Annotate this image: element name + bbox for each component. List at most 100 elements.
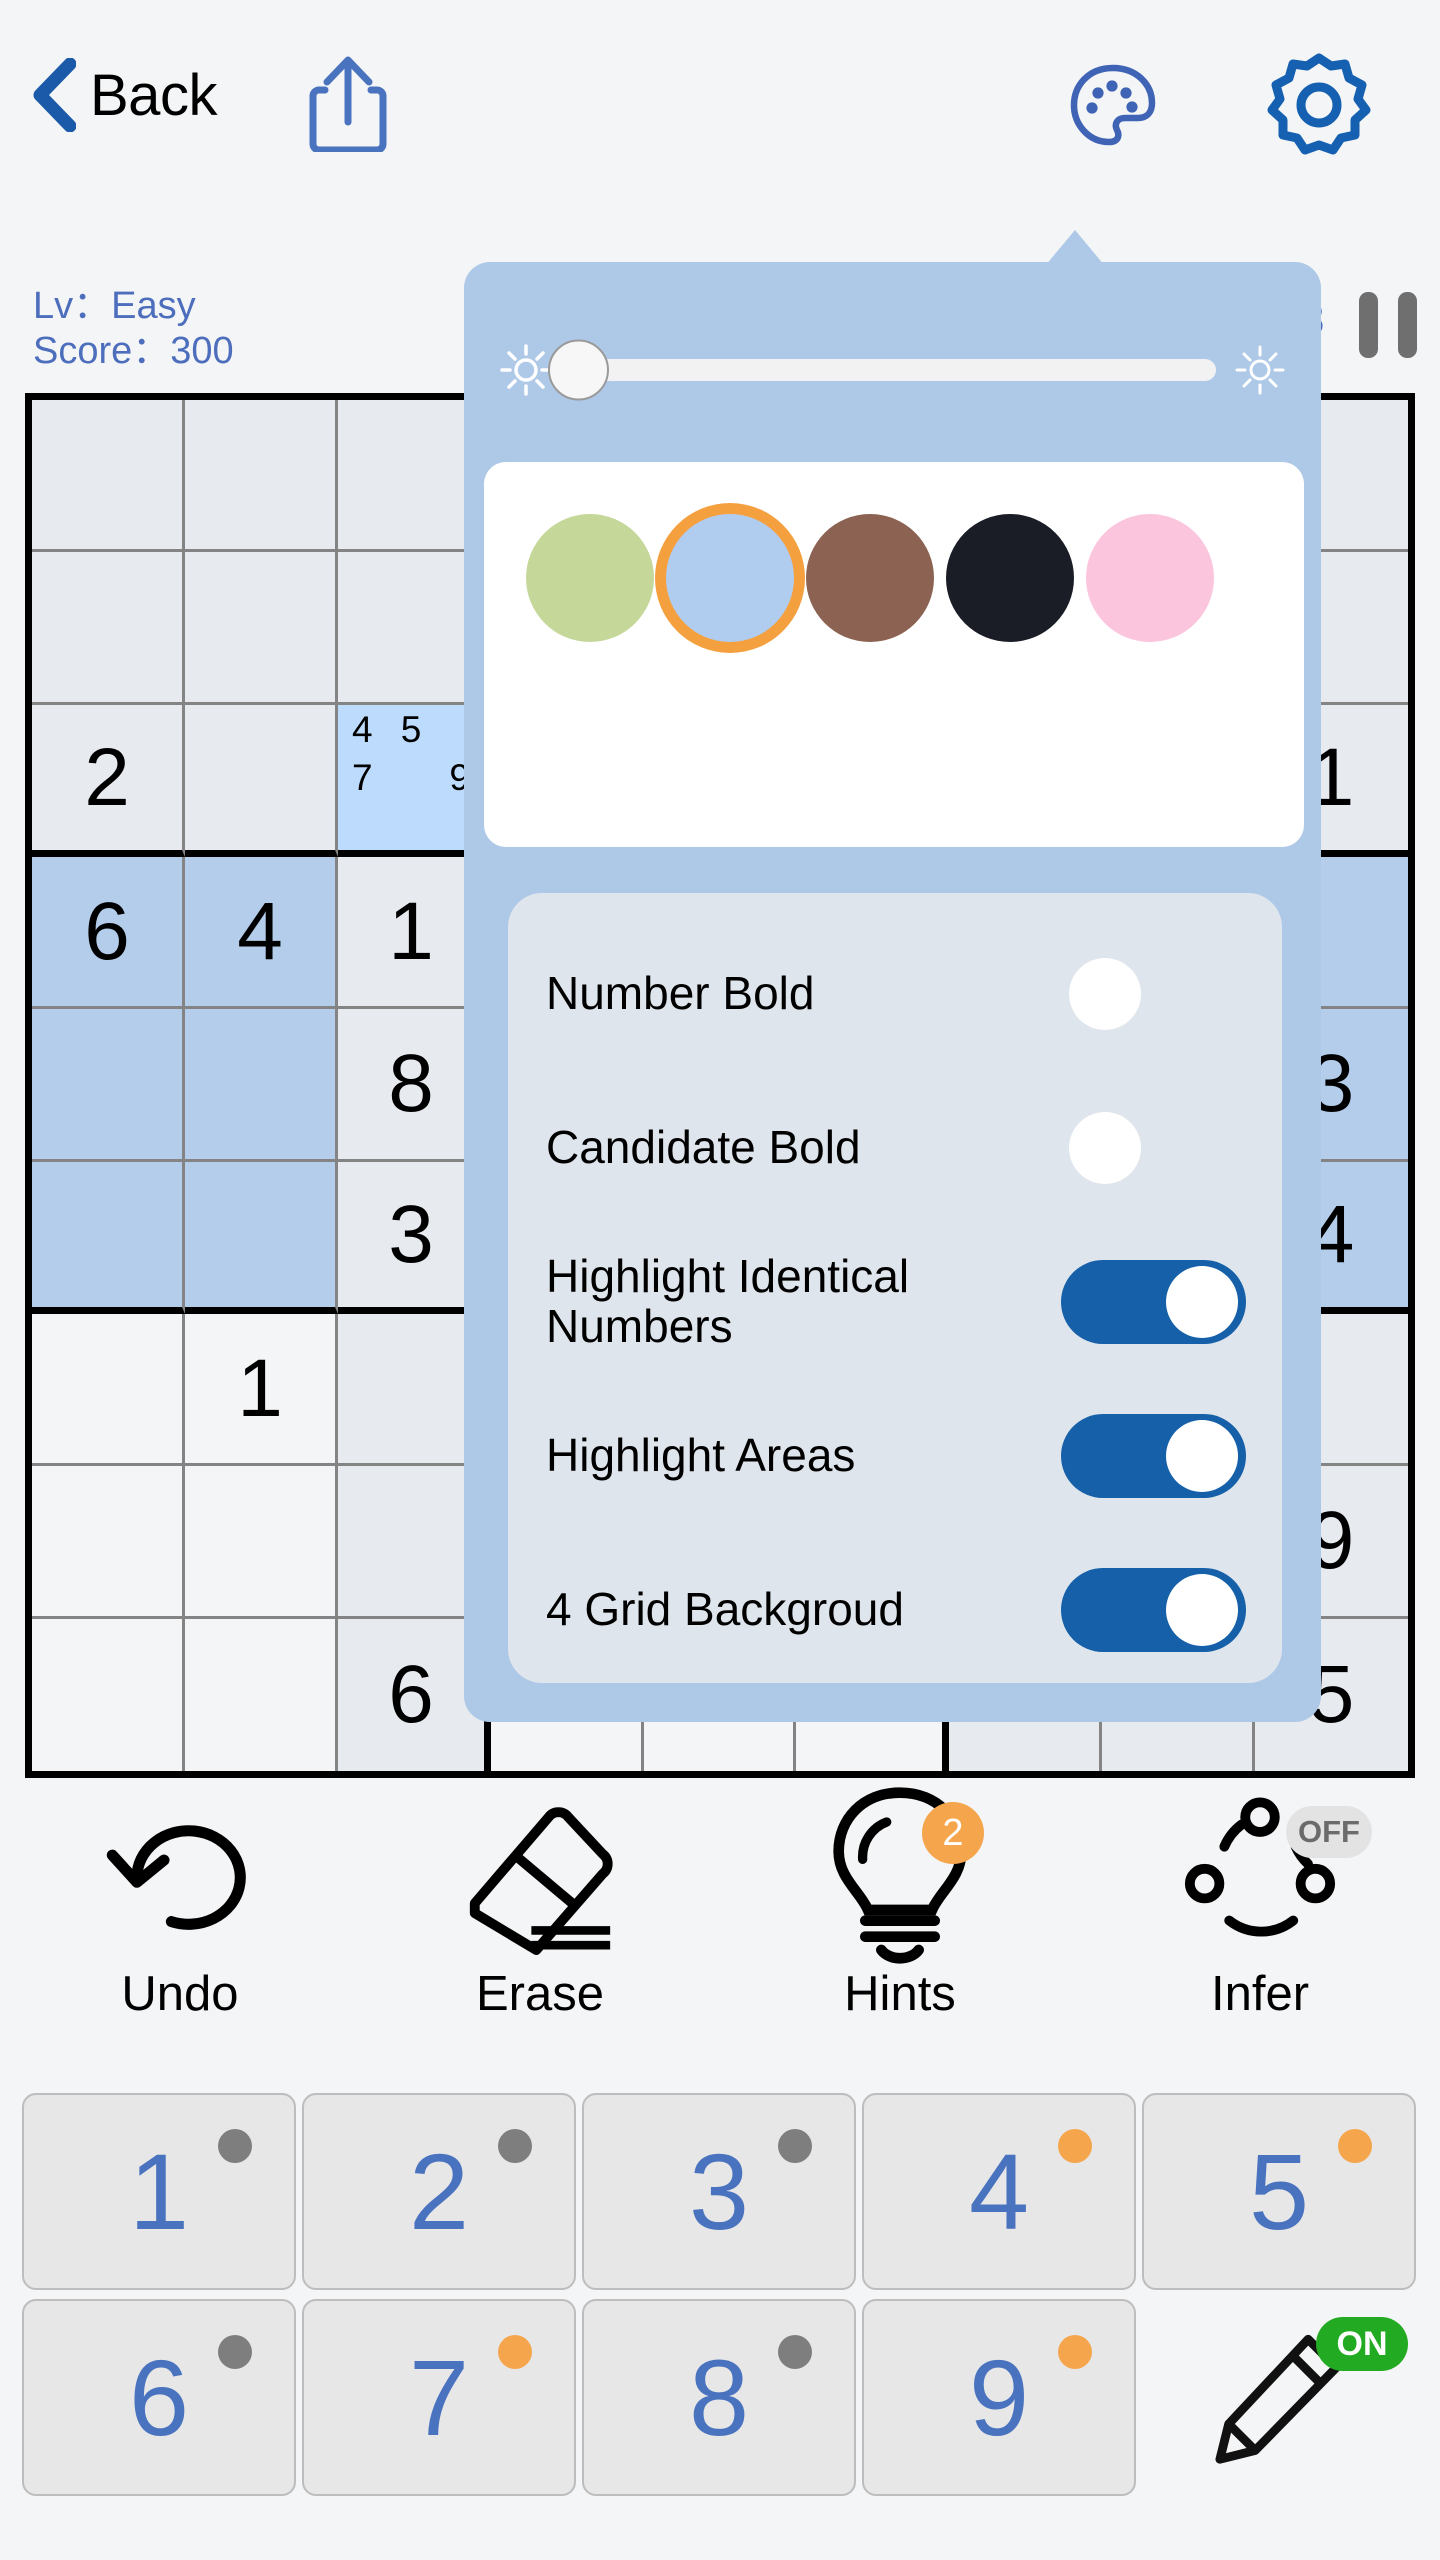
color-swatch-black[interactable]: [946, 514, 1074, 642]
color-swatch-slot[interactable]: [660, 488, 800, 668]
numpad-key-3[interactable]: 3: [582, 2093, 856, 2290]
sudoku-cell[interactable]: [185, 1619, 338, 1771]
color-swatch-card: [484, 462, 1304, 847]
undo-icon: [100, 1800, 260, 1950]
action-toolbar: Undo Erase 2 Hints OFF Infer: [0, 1787, 1440, 2090]
pause-button[interactable]: [1355, 292, 1421, 358]
level-score-block: Lv：Easy Score：300: [33, 284, 234, 374]
color-swatch-slot[interactable]: [800, 488, 940, 668]
sudoku-cell[interactable]: [32, 1009, 185, 1162]
numpad-key-dot: [218, 2129, 252, 2163]
color-swatch-slot[interactable]: [940, 488, 1080, 668]
setting-row[interactable]: Number Bold: [508, 917, 1282, 1071]
numpad-key-4[interactable]: 4: [862, 2093, 1136, 2290]
numpad-key-label: 9: [968, 2337, 1030, 2458]
action-label: Hints: [844, 1967, 956, 2021]
color-swatch-slot[interactable]: [1080, 488, 1220, 668]
sun-small-icon: [500, 344, 552, 396]
sudoku-cell[interactable]: [185, 400, 338, 552]
action-label: Erase: [475, 1967, 604, 2021]
setting-row[interactable]: Highlight Areas: [508, 1379, 1282, 1533]
action-erase-button[interactable]: Erase: [360, 1800, 720, 2090]
setting-toggle[interactable]: [1061, 1414, 1246, 1498]
setting-toggle[interactable]: [1061, 952, 1246, 1036]
sudoku-cell[interactable]: [185, 1466, 338, 1619]
setting-toggle[interactable]: [1061, 1568, 1246, 1652]
numpad-key-dot: [778, 2335, 812, 2369]
display-settings-card: Number Bold Candidate Bold Highlight Ident…: [508, 893, 1282, 1683]
numpad-key-label: 8: [688, 2337, 750, 2458]
candidate-list: 4579: [338, 705, 484, 850]
numpad-key-label: 5: [1248, 2131, 1310, 2252]
sudoku-cell[interactable]: [32, 1162, 185, 1314]
color-swatch-brown[interactable]: [806, 514, 934, 642]
popup-pointer-arrow: [1040, 230, 1110, 272]
candidate-number: 7: [352, 756, 373, 798]
sudoku-cell[interactable]: [185, 705, 338, 857]
numpad-key-label: 7: [408, 2337, 470, 2458]
action-infer-button[interactable]: OFF Infer: [1080, 1797, 1440, 2090]
numpad-key-8[interactable]: 8: [582, 2299, 856, 2496]
sudoku-cell[interactable]: [32, 1619, 185, 1771]
cell-number: 3: [388, 1188, 434, 1280]
sudoku-cell[interactable]: [185, 552, 338, 705]
numpad-key-dot: [218, 2335, 252, 2369]
numpad-key-9[interactable]: 9: [862, 2299, 1136, 2496]
sudoku-cell[interactable]: [32, 552, 185, 705]
setting-row[interactable]: 4 Grid Backgroud: [508, 1533, 1282, 1687]
back-label: Back: [90, 62, 217, 128]
candidate-number: [387, 753, 436, 801]
numpad-key-5[interactable]: 5: [1142, 2093, 1416, 2290]
sun-large-icon: [1235, 345, 1285, 395]
action-hints-button[interactable]: 2 Hints: [720, 1787, 1080, 2090]
sudoku-cell[interactable]: [32, 1466, 185, 1619]
dashed-circle-icon: OFF: [1180, 1797, 1372, 1950]
brightness-slider-track[interactable]: [548, 339, 1216, 401]
setting-label: Highlight Identical Numbers: [546, 1250, 910, 1352]
hints-count-badge: 2: [922, 1802, 984, 1864]
numpad-key-2[interactable]: 2: [302, 2093, 576, 2290]
infer-state-badge: OFF: [1286, 1806, 1372, 1858]
numpad-key-label: 2: [408, 2131, 470, 2252]
setting-row[interactable]: Candidate Bold: [508, 1071, 1282, 1225]
pencil-mode-button[interactable]: ON: [1142, 2299, 1416, 2496]
cell-number: 4: [237, 885, 283, 977]
sudoku-cell[interactable]: 6: [32, 857, 185, 1009]
color-swatch-slot[interactable]: [520, 488, 660, 668]
setting-row[interactable]: Highlight Identical Numbers: [508, 1225, 1282, 1379]
action-label: Infer: [1210, 1967, 1310, 2021]
numpad-key-label: 4: [968, 2131, 1030, 2252]
color-swatch-green[interactable]: [526, 514, 654, 642]
gear-icon[interactable]: [1265, 50, 1373, 158]
back-button[interactable]: Back: [30, 58, 217, 132]
toggle-knob: [1166, 1420, 1238, 1492]
numpad-key-7[interactable]: 7: [302, 2299, 576, 2496]
sudoku-cell[interactable]: [185, 1162, 338, 1314]
setting-toggle[interactable]: [1061, 1260, 1246, 1344]
numpad-key-dot: [1058, 2129, 1092, 2163]
sudoku-cell[interactable]: [32, 1314, 185, 1466]
numpad-key-dot: [498, 2335, 532, 2369]
numpad-key-dot: [778, 2129, 812, 2163]
sudoku-cell[interactable]: [185, 1009, 338, 1162]
numpad-key-6[interactable]: 6: [22, 2299, 296, 2496]
share-icon[interactable]: [303, 52, 393, 152]
color-swatch-light-blue[interactable]: [666, 514, 794, 642]
brightness-slider-row[interactable]: [498, 325, 1288, 415]
toggle-knob: [1166, 1574, 1238, 1646]
sudoku-cell[interactable]: 1: [185, 1314, 338, 1466]
brightness-slider-thumb[interactable]: [548, 339, 609, 401]
numpad-key-1[interactable]: 1: [22, 2093, 296, 2290]
sudoku-cell[interactable]: [32, 400, 185, 552]
sudoku-cell[interactable]: 2: [32, 705, 185, 857]
numpad-key-label: 1: [128, 2131, 190, 2252]
level-text: Lv：Easy: [33, 285, 196, 327]
color-swatch-pink[interactable]: [1086, 514, 1214, 642]
action-undo-button[interactable]: Undo: [0, 1800, 360, 2090]
setting-toggle[interactable]: [1061, 1106, 1246, 1190]
palette-icon[interactable]: [1068, 62, 1158, 148]
cell-number: 8: [388, 1038, 434, 1129]
numpad-key-dot: [498, 2129, 532, 2163]
numpad-key-dot: [1338, 2129, 1372, 2163]
sudoku-cell[interactable]: 4: [185, 857, 338, 1009]
